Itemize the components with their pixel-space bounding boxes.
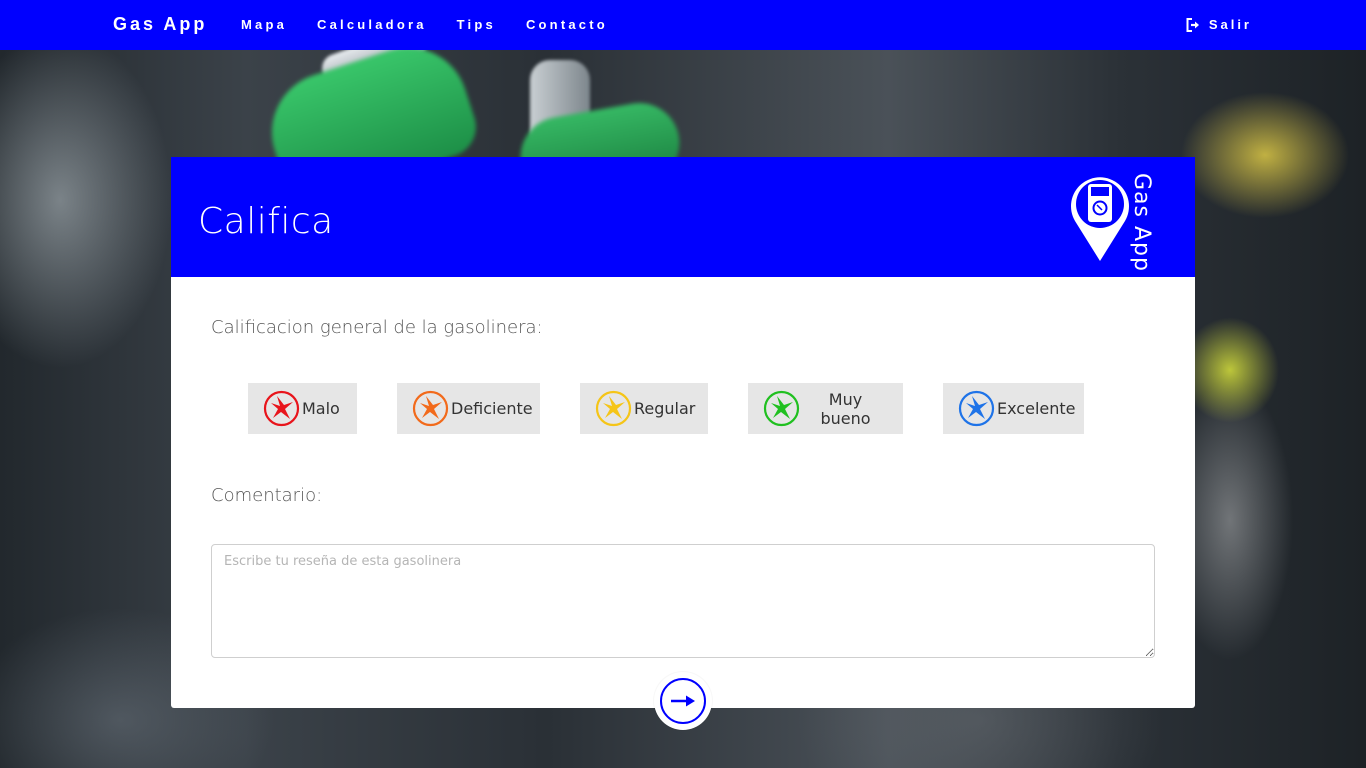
comment-textarea[interactable]: [211, 544, 1155, 658]
rating-label-deficiente: Deficiente: [451, 399, 533, 418]
rating-question-label: Calificacion general de la gasolinera:: [211, 317, 543, 338]
logout-icon: [1186, 17, 1199, 32]
nav-links: Mapa Calculadora Tips Contacto: [241, 17, 638, 32]
rating-button-regular[interactable]: Regular: [580, 383, 708, 434]
rating-regular-icon: [595, 390, 632, 427]
nav-link-calculadora[interactable]: Calculadora: [317, 17, 427, 32]
top-navbar: Gas App Mapa Calculadora Tips Contacto S…: [0, 0, 1366, 50]
nav-link-mapa[interactable]: Mapa: [241, 17, 287, 32]
rating-label-muy-bueno: Muy bueno: [820, 389, 871, 428]
rating-button-deficiente[interactable]: Deficiente: [397, 383, 540, 434]
logout-link[interactable]: Salir: [1186, 17, 1252, 32]
arrow-right-icon: [671, 695, 695, 707]
nav-link-contacto[interactable]: Contacto: [526, 17, 608, 32]
rating-button-muy-bueno[interactable]: Muy bueno: [748, 383, 903, 434]
rating-button-malo[interactable]: Malo: [248, 383, 357, 434]
rating-label-excelente: Excelente: [997, 399, 1076, 418]
rating-card: Califica Gas App Calificacion general de…: [171, 157, 1195, 730]
rating-deficiente-icon: [412, 390, 449, 427]
rating-muy-bueno-icon: [763, 390, 800, 427]
comment-label: Comentario:: [211, 485, 323, 506]
rating-malo-icon: [263, 390, 300, 427]
submit-button[interactable]: [654, 672, 712, 730]
card-header: Califica Gas App: [171, 157, 1195, 277]
nav-link-tips[interactable]: Tips: [457, 17, 496, 32]
rating-options: Malo Deficiente Regular Muy bueno Excele…: [171, 383, 1195, 434]
logo-text: Gas App: [1129, 173, 1154, 272]
rating-label-regular: Regular: [634, 399, 696, 418]
rating-button-excelente[interactable]: Excelente: [943, 383, 1084, 434]
submit-button-ring: [660, 678, 706, 724]
logout-label: Salir: [1208, 17, 1252, 32]
page-title: Califica: [198, 201, 334, 242]
brand-link[interactable]: Gas App: [113, 14, 207, 35]
rating-label-malo: Malo: [302, 399, 340, 418]
rating-excelente-icon: [958, 390, 995, 427]
